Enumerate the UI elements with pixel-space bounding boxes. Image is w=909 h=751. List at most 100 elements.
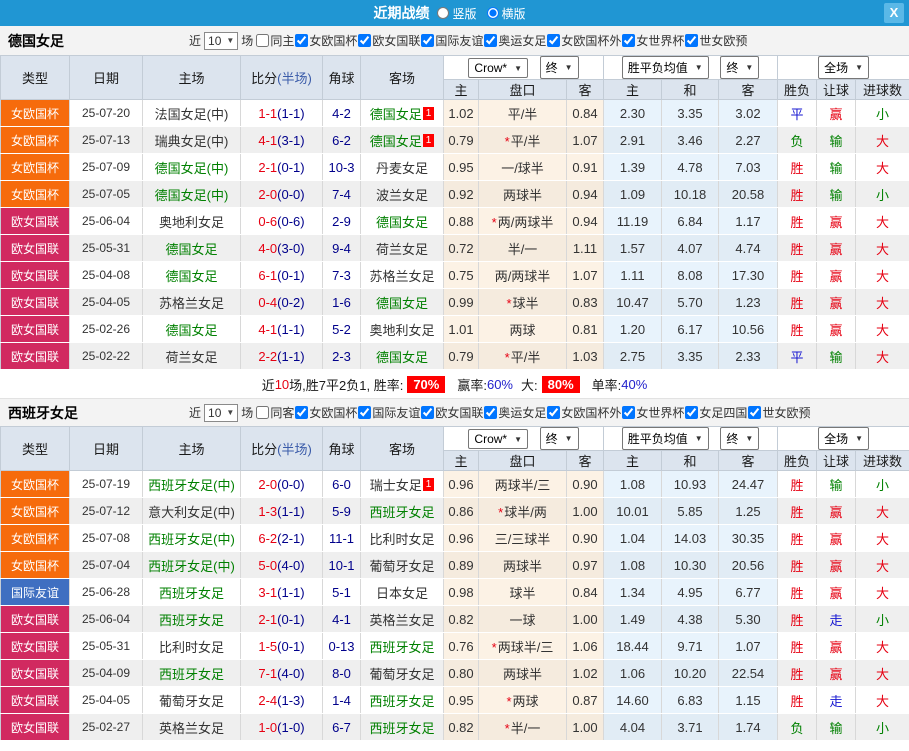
league-checkbox[interactable]: 奥运女足 [484, 404, 546, 421]
league-checkbox-input[interactable] [622, 406, 636, 419]
away-team-cell: 西班牙女足 [360, 686, 444, 714]
asian-home-odds-cell: 0.75 [443, 261, 479, 289]
match-row: 国际友谊 25-06-28 西班牙女足 3-1(1-1) 5-1 日本女足 0.98 球半 0.… [0, 578, 909, 606]
match-date-cell: 25-06-28 [69, 578, 143, 606]
away-team-cell: 荷兰女足 [360, 234, 444, 262]
dropdown-arrow-icon: ▼ [745, 63, 754, 72]
league-checkbox[interactable]: 女欧国杯 [295, 32, 357, 49]
match-type-cell: 欧女国联 [0, 659, 70, 687]
league-checkbox-input[interactable] [547, 406, 561, 419]
league-checkbox-input[interactable] [484, 34, 498, 47]
league-checkbox[interactable]: 欧女国联 [421, 404, 483, 421]
league-checkbox-input[interactable] [484, 406, 498, 419]
league-checkbox[interactable]: 女世界杯 [622, 32, 684, 49]
league-checkbox[interactable]: 世女欧预 [748, 404, 810, 421]
euro-draw-odds-cell: 10.18 [661, 180, 719, 208]
match-date-cell: 25-07-12 [69, 497, 143, 525]
home-team-name: 西班牙女足 [158, 612, 224, 628]
match-row: 欧女国联 25-04-05 葡萄牙女足 2-4(1-3) 1-4 西班牙女足 0.95 *两球… [0, 686, 909, 714]
league-checkbox-input[interactable] [421, 406, 435, 419]
league-checkbox-input[interactable] [685, 406, 699, 419]
result-handicap-cell: 走 [816, 686, 857, 714]
league-checkbox-input[interactable] [421, 34, 435, 47]
league-checkbox[interactable]: 世女欧预 [685, 32, 747, 49]
league-checkbox-input[interactable] [622, 34, 636, 47]
layout-radio-vertical[interactable]: 竖版 [437, 5, 477, 22]
match-type-cell: 女欧国杯 [0, 180, 70, 208]
score-cell: 5-0(4-0) [240, 551, 323, 579]
summary-text: 大: [521, 377, 538, 393]
euro-odds-select[interactable]: 胜平负均值 ▼ [621, 427, 709, 450]
scope-select[interactable]: 全场 ▼ [818, 427, 869, 450]
euro-state-select[interactable]: 终 ▼ [720, 427, 760, 450]
handicap-text: 一球 [509, 612, 536, 628]
result-wl-cell: 平 [777, 99, 818, 127]
bookmaker-select[interactable]: Crow* ▼ [468, 429, 529, 449]
scope-select-value: 全场 [824, 61, 849, 75]
result-goals-cell: 大 [855, 261, 909, 289]
same-side-checkbox-input[interactable] [256, 34, 270, 47]
half-time-score: (0-0) [277, 476, 305, 492]
league-checkbox-input[interactable] [295, 406, 309, 419]
league-checkbox[interactable]: 女欧国杯 [295, 404, 357, 421]
euro-draw-odds-cell: 3.35 [661, 342, 719, 370]
home-team-name: 德国女足 [165, 241, 218, 257]
col-header-away: 客场 [360, 55, 444, 100]
same-side-checkbox[interactable]: 同客 [256, 404, 294, 421]
asian-away-odds-cell: 0.90 [566, 470, 604, 498]
games-count-select[interactable]: 10 ▼ [204, 403, 239, 422]
league-checkbox-input[interactable] [685, 34, 699, 47]
league-checkbox-input[interactable] [358, 406, 372, 419]
bookmaker-select[interactable]: Crow* ▼ [468, 58, 529, 78]
euro-home-odds-cell: 10.47 [603, 288, 662, 316]
asian-state-select[interactable]: 终 ▼ [539, 427, 579, 450]
col-header-corner: 角球 [322, 55, 361, 100]
league-checkbox[interactable]: 女欧国杯外 [547, 32, 621, 49]
result-handicap-cell: 赢 [816, 315, 857, 343]
euro-home-odds-cell: 14.60 [603, 686, 662, 714]
layout-radio-horizontal[interactable]: 横版 [486, 5, 526, 22]
games-count-select[interactable]: 10 ▼ [204, 31, 239, 50]
league-checkbox[interactable]: 奥运女足 [484, 32, 546, 49]
league-checkbox[interactable]: 国际友谊 [358, 404, 420, 421]
league-checkbox-input[interactable] [748, 406, 762, 419]
euro-odds-select[interactable]: 胜平负均值 ▼ [621, 56, 709, 79]
home-team-cell: 比利时女足 [142, 632, 241, 660]
vertical-radio-input[interactable] [437, 7, 450, 19]
league-checkbox-input[interactable] [358, 34, 372, 47]
corner-cell: 4-2 [322, 99, 361, 127]
corner-cell: 7-4 [322, 180, 361, 208]
home-team-name: 奥地利女足 [158, 214, 224, 230]
league-checkbox-label: 世女欧预 [699, 34, 748, 48]
asian-state-select[interactable]: 终 ▼ [539, 56, 579, 79]
horizontal-radio-input[interactable] [486, 7, 499, 19]
changed-line-star: * [504, 349, 510, 365]
half-time-score: (1-1) [277, 321, 305, 337]
result-wl-cell: 胜 [777, 686, 818, 714]
same-side-checkbox[interactable]: 同主 [256, 32, 294, 49]
result-goals-cell: 小 [855, 99, 909, 127]
euro-state-select[interactable]: 终 ▼ [720, 56, 760, 79]
home-team-cell: 英格兰女足 [142, 713, 241, 741]
league-checkbox[interactable]: 女欧国杯外 [547, 404, 621, 421]
col-header-score: 比分(半场) [240, 55, 323, 100]
league-checkbox[interactable]: 女世界杯 [622, 404, 684, 421]
league-checkbox-input[interactable] [295, 34, 309, 47]
close-button[interactable]: X [884, 3, 904, 23]
changed-line-star: * [504, 133, 510, 149]
match-type-cell: 欧女国联 [0, 207, 70, 235]
rank-badge: 1 [422, 106, 435, 120]
dropdown-arrow-icon: ▼ [226, 36, 235, 45]
result-goals-cell: 大 [855, 659, 909, 687]
scope-select[interactable]: 全场 ▼ [818, 56, 869, 79]
league-checkbox[interactable]: 女足四国 [685, 404, 747, 421]
league-checkbox[interactable]: 国际友谊 [421, 32, 483, 49]
dropdown-arrow-icon: ▼ [694, 63, 703, 72]
same-side-checkbox-input[interactable] [256, 406, 270, 419]
match-date-cell: 25-04-05 [69, 288, 143, 316]
euro-away-odds-cell: 24.47 [718, 470, 779, 498]
league-checkbox[interactable]: 欧女国联 [358, 32, 420, 49]
handicap-text: 半/一 [507, 241, 538, 257]
league-checkbox-input[interactable] [547, 34, 561, 47]
corner-cell: 6-7 [322, 713, 361, 741]
